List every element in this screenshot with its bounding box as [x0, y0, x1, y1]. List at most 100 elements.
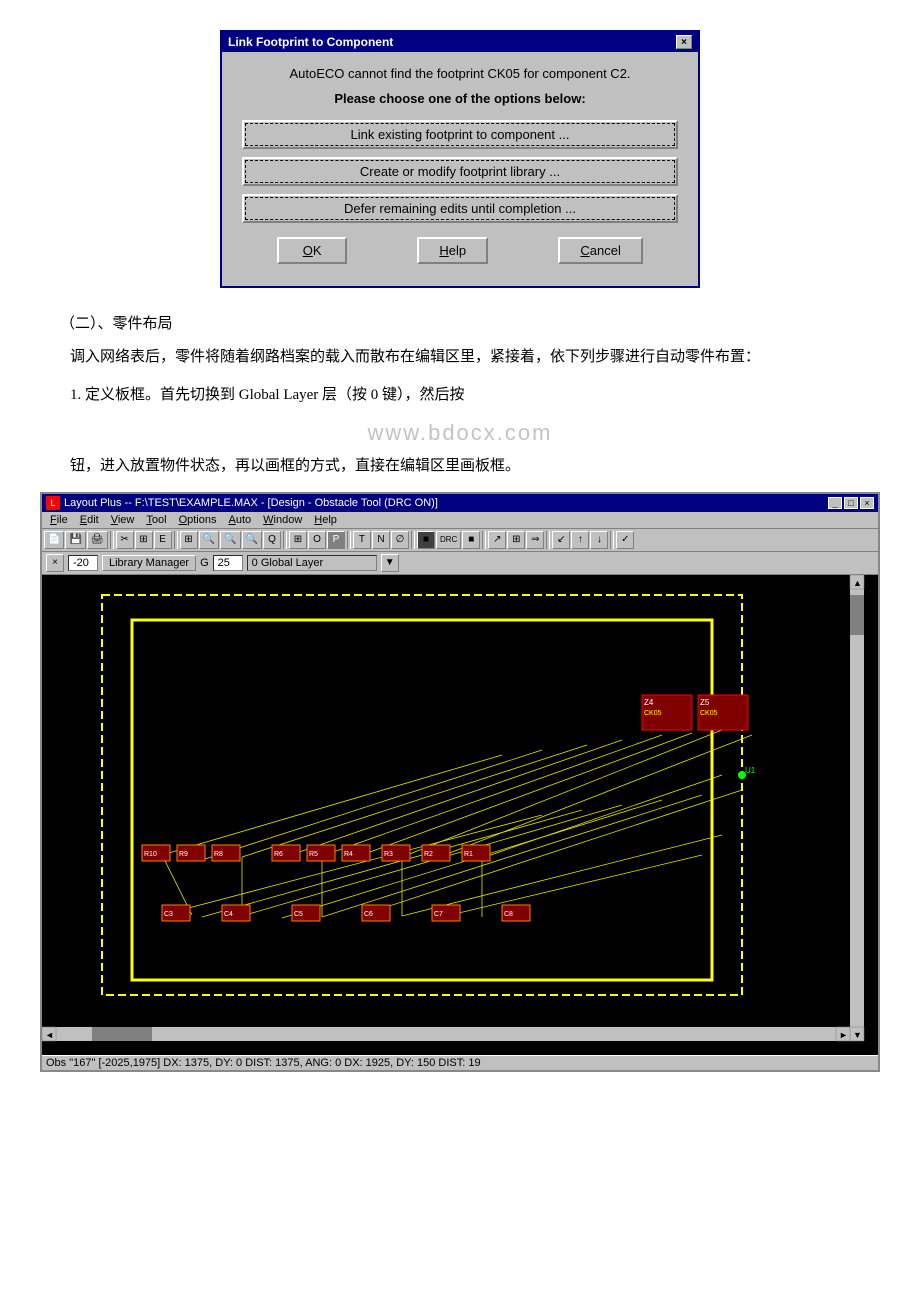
paragraph1: 调入网络表后，零件将随着纲路档案的载入而散布在编辑区里，紧接着，依下列步骤进行自… [40, 345, 880, 371]
tb-fill[interactable]: ■ [417, 531, 435, 549]
dialog-wrapper: Link Footprint to Component × AutoECO ca… [40, 30, 880, 288]
pcb-titlebar-left: L Layout Plus -- F:\TEST\EXAMPLE.MAX - [… [46, 496, 438, 510]
svg-text:▼: ▼ [853, 1030, 862, 1040]
pcb-window-controls: _ □ × [828, 497, 874, 509]
link-footprint-dialog: Link Footprint to Component × AutoECO ca… [220, 30, 700, 288]
tb-zoom-in[interactable]: 🔍 [199, 531, 219, 549]
tb-sep8 [610, 531, 614, 549]
menu-window[interactable]: Window [257, 513, 308, 527]
pcb-toolbar: 📄 💾 🖨 ✂ ⊞ E ⊞ 🔍 🔍 🔍 Q ⊞ O P T N ∅ ■ DRC … [42, 529, 878, 552]
menu-options[interactable]: Options [173, 513, 223, 527]
tb-zoom-fit[interactable]: 🔍 [242, 531, 262, 549]
option-defer-edits[interactable]: Defer remaining edits until completion .… [242, 194, 678, 223]
pcb-canvas[interactable]: Z4 CK05 Z5 CK05 U1 R10 R9 R8 [42, 575, 878, 1055]
g-value-display: 25 [213, 555, 243, 571]
tb-print[interactable]: 🖨 [87, 531, 108, 549]
svg-text:R9: R9 [179, 851, 188, 858]
svg-text:C4: C4 [224, 911, 233, 918]
pcb-svg: Z4 CK05 Z5 CK05 U1 R10 R9 R8 [42, 575, 878, 1055]
tb-e[interactable]: E [154, 531, 172, 549]
svg-text:CK05: CK05 [644, 710, 662, 717]
tb-arrow-up[interactable]: ↑ [571, 531, 589, 549]
menu-tool[interactable]: Tool [140, 513, 172, 527]
tb-sep3 [283, 531, 287, 549]
option-link-footprint[interactable]: Link existing footprint to component ... [242, 120, 678, 149]
tb-p[interactable]: P [327, 531, 345, 549]
help-button[interactable]: Help [417, 237, 488, 264]
step1: 1. 定义板框。首先切换到 Global Layer 层（按 0 键），然后按 [70, 383, 880, 409]
option-create-modify[interactable]: Create or modify footprint library ... [242, 157, 678, 186]
tb-arrow-dn[interactable]: ↓ [590, 531, 608, 549]
tb-zoom-out[interactable]: 🔍 [220, 531, 240, 549]
tb-hash2[interactable]: ⊞ [289, 531, 307, 549]
svg-text:CK05: CK05 [700, 710, 718, 717]
dialog-message2: Please choose one of the options below: [242, 91, 678, 106]
svg-text:C7: C7 [434, 911, 443, 918]
tb-new[interactable]: 📄 [44, 531, 64, 549]
pcb-statusbar: Obs "167" [-2025,1975] DX: 1375, DY: 0 D… [42, 1055, 878, 1070]
tb-circle[interactable]: ∅ [391, 531, 409, 549]
tb-sep1 [110, 531, 114, 549]
svg-text:R5: R5 [309, 851, 318, 858]
library-manager-button[interactable]: Library Manager [102, 555, 196, 571]
tb-grid[interactable]: ⊞ [180, 531, 198, 549]
tb-sep4 [347, 531, 351, 549]
svg-text:R1: R1 [464, 851, 473, 858]
svg-text:R3: R3 [384, 851, 393, 858]
layer-selector[interactable]: 0 Global Layer [247, 555, 377, 571]
tb-hash[interactable]: ⊞ [135, 531, 153, 549]
tb-fill2[interactable]: ■ [462, 531, 480, 549]
svg-text:U1: U1 [745, 766, 756, 775]
svg-text:R6: R6 [274, 851, 283, 858]
dialog-body: AutoECO cannot find the footprint CK05 f… [222, 52, 698, 286]
tb-drc[interactable]: DRC [436, 531, 461, 549]
pcb-application-window: L Layout Plus -- F:\TEST\EXAMPLE.MAX - [… [40, 492, 880, 1072]
svg-text:C8: C8 [504, 911, 513, 918]
tb-t[interactable]: T [353, 531, 371, 549]
tb-o[interactable]: O [308, 531, 326, 549]
pcb-app-icon: L [46, 496, 60, 510]
step2: 钮，进入放置物件状态，再以画框的方式，直接在编辑区里画板框。 [40, 454, 880, 480]
dialog-message1: AutoECO cannot find the footprint CK05 f… [242, 66, 678, 81]
close-button[interactable]: × [860, 497, 874, 509]
svg-text:R8: R8 [214, 851, 223, 858]
ok-button[interactable]: OK [277, 237, 347, 264]
minimize-button[interactable]: _ [828, 497, 842, 509]
tb-sep7 [546, 531, 550, 549]
svg-text:Z4: Z4 [644, 698, 654, 707]
menu-file[interactable]: File [44, 513, 74, 527]
watermark: www.bdocx.com [40, 420, 880, 446]
x-coord-display: -20 [68, 555, 98, 571]
tb-check[interactable]: ✓ [616, 531, 634, 549]
tb-cut[interactable]: ✂ [116, 531, 134, 549]
tb-save[interactable]: 💾 [65, 531, 85, 549]
tb-n[interactable]: N [372, 531, 390, 549]
svg-text:R2: R2 [424, 851, 433, 858]
dialog-title: Link Footprint to Component [228, 35, 393, 49]
dialog-close-button[interactable]: × [676, 35, 692, 49]
cancel-button[interactable]: Cancel [558, 237, 642, 264]
svg-text:C6: C6 [364, 911, 373, 918]
tb-sep2 [174, 531, 178, 549]
maximize-button[interactable]: □ [844, 497, 858, 509]
svg-text:▲: ▲ [853, 578, 862, 588]
tb-hash3[interactable]: ⊞ [507, 531, 525, 549]
tb-sep5 [411, 531, 415, 549]
tb-arrow-dl[interactable]: ↙ [552, 531, 570, 549]
menu-edit[interactable]: Edit [74, 513, 105, 527]
tb-arrow-r[interactable]: ⇒ [526, 531, 544, 549]
svg-text:R4: R4 [344, 851, 353, 858]
layer-dropdown[interactable]: ▼ [381, 554, 399, 572]
tb-x[interactable]: × [46, 554, 64, 572]
menu-view[interactable]: View [105, 513, 141, 527]
tb-sep6 [482, 531, 486, 549]
svg-text:C3: C3 [164, 911, 173, 918]
menu-auto[interactable]: Auto [222, 513, 257, 527]
menu-help[interactable]: Help [308, 513, 343, 527]
svg-text:►: ► [839, 1030, 848, 1040]
svg-text:Z5: Z5 [700, 698, 710, 707]
dialog-buttons-row: OK Help Cancel [242, 237, 678, 272]
tb-arrow-ur[interactable]: ↗ [488, 531, 506, 549]
pcb-menubar: File Edit View Tool Options Auto Window … [42, 512, 878, 529]
tb-q[interactable]: Q [263, 531, 281, 549]
